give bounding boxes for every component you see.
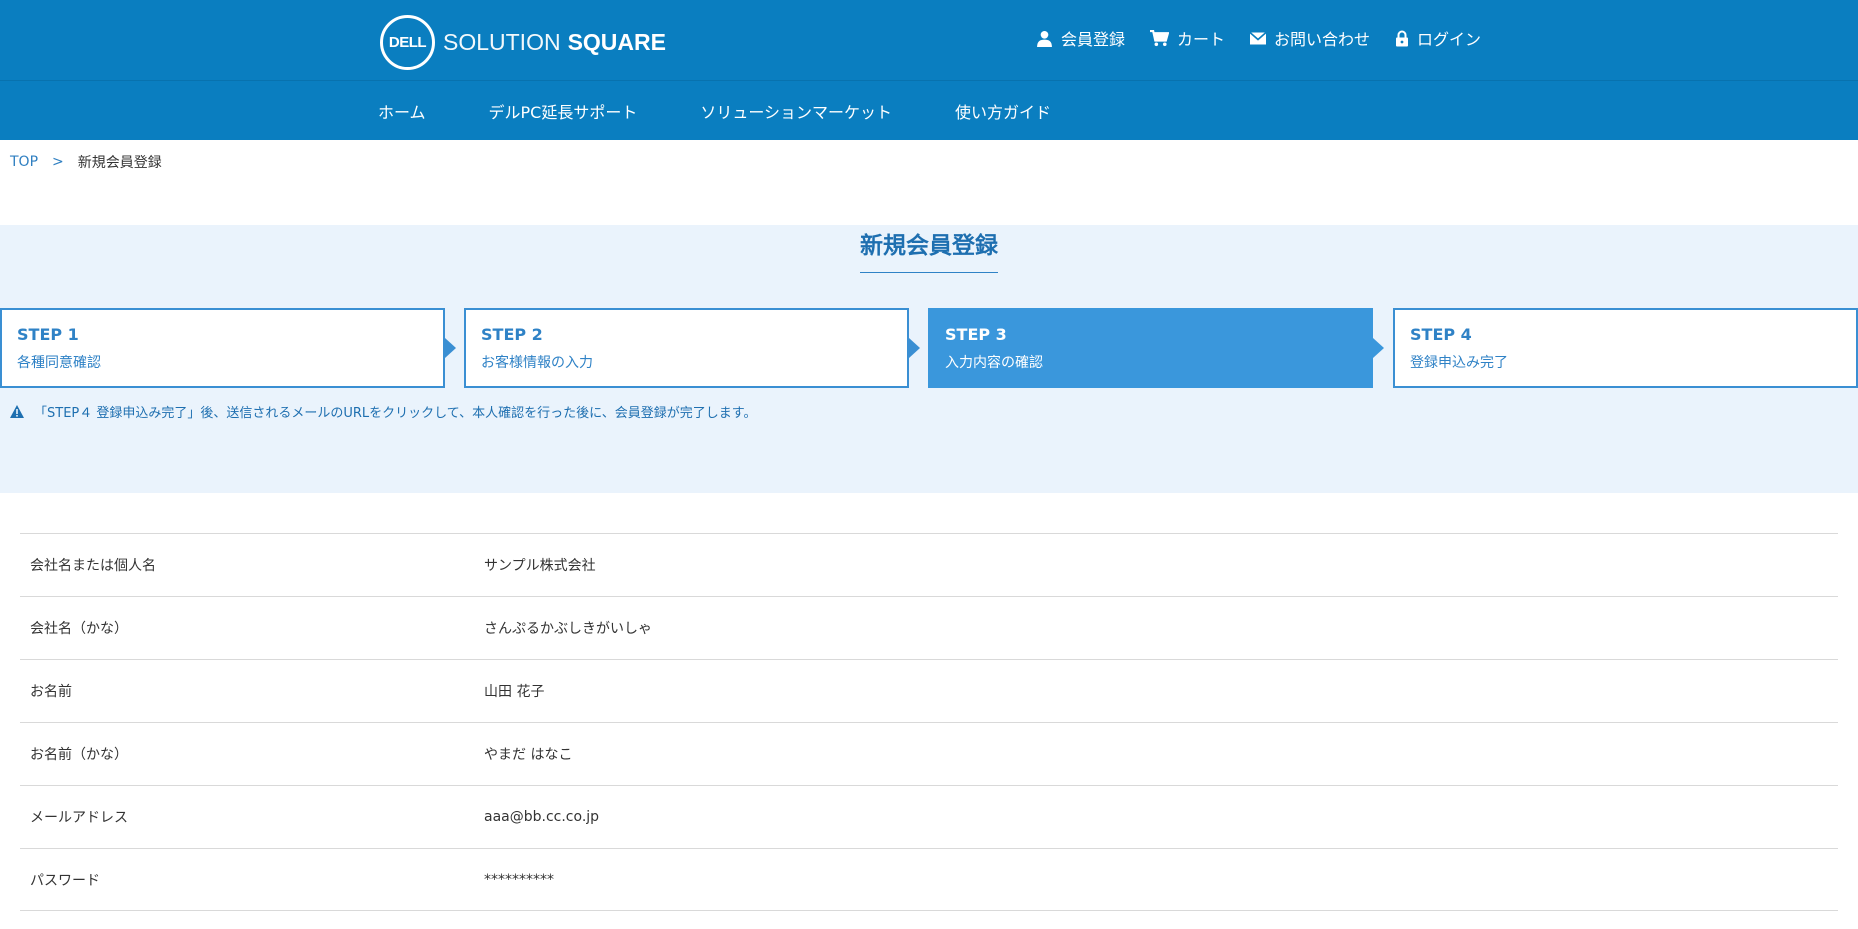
nav-item-extended-support[interactable]: デルPC延長サポート (489, 99, 638, 123)
row-label: お名前（かな） (30, 747, 128, 763)
step-indicator: STEP 1 各種同意確認 STEP 2 お客様情報の入力 STEP 3 入力内… (0, 308, 1858, 388)
nav-item-solution-market[interactable]: ソリューションマーケット (700, 99, 892, 123)
site-header: DELL SOLUTION SQUARE 会員登録 カート お問い合わせ ログイ… (0, 0, 1858, 140)
logo-text: SOLUTION SQUARE (443, 29, 666, 56)
user-icon (1037, 30, 1052, 47)
member-register-link[interactable]: 会員登録 (1036, 26, 1125, 50)
table-row: 会社名または個人名 サンプル株式会社 (20, 533, 1838, 596)
step-title: STEP 4 (1410, 325, 1472, 344)
page-title-wrap: 新規会員登録 (0, 226, 1858, 273)
step-subtitle: お客様情報の入力 (481, 355, 593, 371)
login-link[interactable]: ログイン (1395, 26, 1481, 50)
table-row: 会社名（かな） さんぷるかぶしきがいしゃ (20, 596, 1838, 659)
contact-link[interactable]: お問い合わせ (1249, 26, 1370, 50)
step-arrow-icon (1373, 338, 1384, 358)
table-row: メールアドレス aaa@bb.cc.co.jp (20, 785, 1838, 848)
main-nav: ホーム デルPC延長サポート ソリューションマーケット 使い方ガイド (378, 81, 1051, 140)
breadcrumb-current: 新規会員登録 (77, 155, 162, 171)
util-label: 会員登録 (1060, 30, 1125, 49)
row-value: 山田 花子 (484, 684, 545, 700)
step-title: STEP 1 (17, 325, 79, 344)
row-label: 会社名（かな） (30, 621, 128, 637)
row-label: メールアドレス (30, 810, 128, 826)
util-label: カート (1176, 30, 1225, 49)
table-row: お名前（かな） やまだ はなこ (20, 722, 1838, 785)
step-subtitle: 各種同意確認 (17, 355, 101, 371)
mail-icon (1249, 31, 1266, 44)
header-top: DELL SOLUTION SQUARE 会員登録 カート お問い合わせ ログイ… (0, 0, 1858, 81)
row-label: 会社名または個人名 (30, 558, 156, 574)
dell-logo-mark: DELL (380, 14, 435, 70)
row-label: お名前 (30, 684, 72, 700)
breadcrumb-top[interactable]: TOP (10, 154, 38, 170)
util-label: お問い合わせ (1273, 30, 1370, 49)
breadcrumb: TOP > 新規会員登録 (10, 152, 162, 172)
cart-link[interactable]: カート (1149, 26, 1225, 50)
notice: 「STEP４ 登録申込み完了」後、送信されるメールのURLをクリックして、本人確… (10, 402, 756, 421)
confirm-table: 会社名または個人名 サンプル株式会社 会社名（かな） さんぷるかぶしきがいしゃ … (20, 533, 1838, 911)
step-arrow-icon (909, 338, 920, 358)
step-1: STEP 1 各種同意確認 (0, 308, 445, 388)
table-row: お名前 山田 花子 (20, 659, 1838, 722)
row-value: ********** (484, 871, 554, 888)
utility-nav: 会員登録 カート お問い合わせ ログイン (1036, 26, 1481, 50)
step-4: STEP 4 登録申込み完了 (1393, 308, 1858, 388)
table-row: パスワード ********** (20, 848, 1838, 911)
lock-icon (1395, 30, 1408, 46)
warning-icon (10, 405, 24, 418)
nav-item-guide[interactable]: 使い方ガイド (955, 99, 1051, 123)
step-subtitle: 入力内容の確認 (945, 355, 1043, 371)
step-2: STEP 2 お客様情報の入力 (464, 308, 909, 388)
row-value: やまだ はなこ (484, 747, 573, 763)
logo-text-solution: SOLUTION (443, 28, 561, 55)
row-value: サンプル株式会社 (484, 558, 596, 574)
breadcrumb-separator: > (52, 154, 64, 170)
step-arrow-icon (445, 338, 456, 358)
util-label: ログイン (1416, 30, 1481, 49)
step-subtitle: 登録申込み完了 (1410, 355, 1508, 371)
step-title: STEP 2 (481, 325, 543, 344)
step-title: STEP 3 (945, 325, 1007, 344)
row-value: aaa@bb.cc.co.jp (484, 809, 600, 825)
logo-text-square: SQUARE (567, 28, 666, 55)
row-value: さんぷるかぶしきがいしゃ (484, 621, 652, 637)
cart-icon (1149, 29, 1169, 46)
step-3: STEP 3 入力内容の確認 (928, 308, 1373, 388)
page-title: 新規会員登録 (860, 226, 998, 273)
nav-item-home[interactable]: ホーム (378, 99, 426, 123)
notice-text: 「STEP４ 登録申込み完了」後、送信されるメールのURLをクリックして、本人確… (34, 406, 757, 421)
dell-logo[interactable]: DELL SOLUTION SQUARE (380, 14, 666, 70)
row-label: パスワード (30, 872, 100, 889)
